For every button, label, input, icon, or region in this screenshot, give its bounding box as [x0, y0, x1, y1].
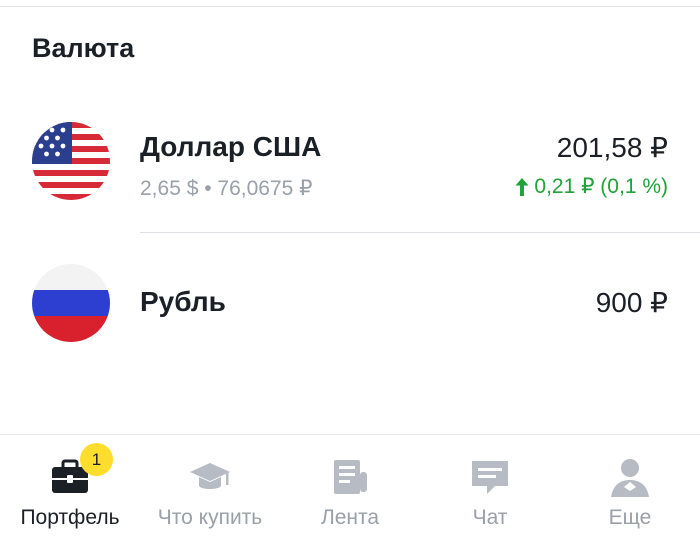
currency-name: Рубль — [140, 286, 226, 317]
tab-more[interactable]: Еще — [560, 435, 700, 544]
tab-what-to-buy[interactable]: Что купить — [140, 435, 280, 544]
graduation-cap-icon — [190, 463, 230, 489]
currency-row-usd[interactable]: Доллар США 2,65 $ • 76,0675 ₽ 201,58 ₽ 0… — [0, 118, 700, 208]
top-divider — [0, 6, 700, 7]
tab-chat[interactable]: Чат — [420, 435, 560, 544]
us-flag-icon — [32, 122, 110, 200]
notification-badge: 1 — [80, 443, 113, 476]
tab-label: Портфель — [20, 506, 120, 529]
section-title: Валюта — [32, 33, 135, 63]
tab-feed[interactable]: Лента — [280, 435, 420, 544]
tab-label: Чат — [472, 506, 508, 529]
currency-amount: 900 ₽ — [595, 287, 668, 318]
currency-amount: 201,58 ₽ — [556, 132, 668, 163]
currency-rate-details: 2,65 $ • 76,0675 ₽ — [140, 177, 313, 200]
bottom-tab-bar: 1 Портфель Что купить Лента Чат Еще — [0, 434, 700, 544]
profile-icon — [611, 459, 649, 497]
tab-label: Что купить — [157, 506, 263, 529]
currency-change-value: 0,21 ₽ (0,1 %) — [534, 175, 668, 198]
currency-row-rub[interactable]: Рубль 900 ₽ — [0, 262, 700, 346]
currency-change: 0,21 ₽ (0,1 %) — [514, 174, 668, 199]
newspaper-icon — [334, 460, 367, 494]
currency-name: Доллар США — [140, 131, 322, 162]
chat-icon — [472, 461, 508, 494]
arrow-up-icon — [515, 177, 529, 196]
tab-label: Еще — [608, 506, 652, 529]
tab-label: Лента — [320, 506, 380, 529]
tab-portfolio[interactable]: 1 Портфель — [0, 435, 140, 544]
russia-flag-icon — [32, 264, 110, 342]
row-divider — [140, 232, 700, 233]
